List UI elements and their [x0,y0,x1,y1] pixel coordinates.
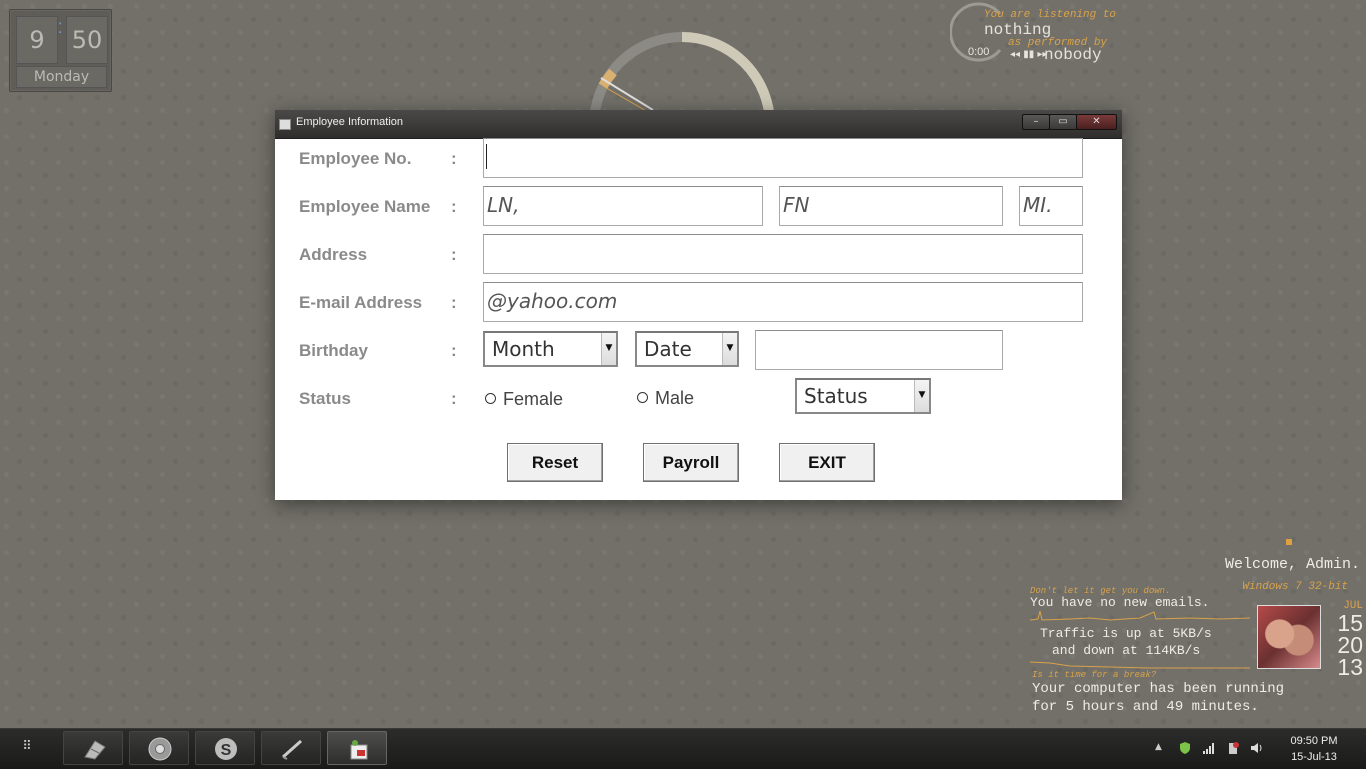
month-select[interactable]: Month ▼ [483,331,618,367]
pen-icon [282,739,302,760]
email-input[interactable]: @yahoo.com [483,282,1083,322]
status-select[interactable]: Status ▼ [795,378,931,414]
exit-button[interactable]: EXIT [779,443,875,482]
taskbar-app-employee-information[interactable] [327,731,387,765]
taskbar-date: 15-Jul-13 [1291,751,1337,763]
employee-no-input[interactable] [483,138,1083,178]
chevron-down-icon[interactable]: ▼ [722,333,737,365]
skype-icon: S [215,738,237,760]
traffic-line-2: and down at 114KB/s [1052,643,1201,658]
uptime-line-1: Your computer has been running [1032,681,1285,697]
close-button[interactable]: ✕ [1076,114,1117,130]
date-select-value: Date [644,337,692,361]
date-day: 15 [1337,610,1363,636]
volume-icon[interactable] [1250,741,1264,755]
employee-app-icon [350,740,368,760]
male-radio-label[interactable]: Male [655,388,694,409]
middle-initial-input[interactable]: MI. [1019,186,1083,226]
start-button[interactable]: ⠿ [18,739,36,757]
payroll-button[interactable]: Payroll [643,443,739,482]
maximize-button[interactable]: ▭ [1049,114,1077,130]
female-radio[interactable] [485,393,496,404]
text-caret [486,144,487,169]
chrome-icon [148,737,172,761]
date-year-1: 20 [1337,632,1363,658]
chevron-down-icon[interactable]: ▼ [601,333,616,365]
network-graph-icon [1030,610,1250,621]
status-select-value: Status [804,384,868,408]
minimize-button[interactable]: – [1022,114,1050,130]
clock-minute: 50 [66,16,108,64]
date-select[interactable]: Date ▼ [635,331,739,367]
employee-no-label: Employee No. [299,149,412,168]
security-shield-icon[interactable] [1178,741,1192,755]
last-name-input[interactable]: LN, [483,186,763,226]
taskbar-app-calculator[interactable] [63,731,123,765]
svg-text:S: S [221,742,232,759]
reset-button[interactable]: Reset [507,443,603,482]
music-artist: nobody [1044,46,1102,64]
colon: : [451,341,457,360]
clock-day: Monday [16,66,107,88]
taskbar-app-chrome[interactable] [129,731,189,765]
break-text: Is it time for a break? [1032,670,1157,680]
date-year-2: 13 [1337,654,1363,680]
colon: : [451,245,457,264]
year-input[interactable] [755,330,1003,370]
music-controls-icon[interactable]: ◂◂ ▮▮ ▸▸ [1010,49,1047,60]
taskbar-clock[interactable]: 09:50 PM 15-Jul-13 [1285,733,1343,765]
usb-device-icon[interactable] [1226,741,1240,755]
birthday-label: Birthday [299,341,368,360]
status-dot-icon [1286,539,1292,545]
show-hidden-icons-icon[interactable]: ▲ [1155,742,1162,752]
music-gadget: You are listening to nothing as performe… [948,0,1148,70]
address-label: Address [299,245,368,264]
taskbar-app-skype[interactable]: S [195,731,255,765]
colon: : [451,149,457,168]
uptime-line-2: for 5 hours and 49 minutes. [1032,699,1259,715]
avatar [1257,605,1321,669]
title-bar[interactable]: Employee Information – ▭ ✕ [275,110,1122,139]
signal-strength-icon[interactable] [1202,741,1216,755]
clock-hour: 9 [16,16,58,64]
window-title: Employee Information [296,116,403,128]
first-name-input[interactable]: FN [779,186,1003,226]
colon: : [451,197,457,216]
taskbar-app-pen[interactable] [261,731,321,765]
colon: : [451,389,457,408]
address-input[interactable] [483,234,1083,274]
music-time: 0:00 [968,46,990,58]
chevron-down-icon[interactable]: ▼ [914,380,929,412]
email-label: E-mail Address [299,293,423,312]
colon: : [451,293,457,312]
female-radio-label[interactable]: Female [503,389,563,410]
taskbar-time: 09:50 PM [1290,735,1338,747]
welcome-text: Welcome, Admin. [1224,556,1360,573]
clock-separator-icon: ⁚ [58,21,63,37]
month-select-value: Month [492,337,555,361]
employee-name-label: Employee Name [299,197,431,216]
app-icon [279,119,291,130]
traffic-line-1: Traffic is up at 5KB/s [1040,626,1212,641]
employee-information-window: Employee Information – ▭ ✕ Employee No. … [275,110,1122,500]
clock-gadget: 9 ⁚ 50 Monday [9,9,112,92]
music-caption: You are listening to [984,9,1117,21]
male-radio[interactable] [637,392,648,403]
date-gadget: JUL 15 20 13 [1327,600,1363,680]
calculator-icon [84,740,106,760]
taskbar: ⠿ S ▲ 09:50 PM 15-Jul-13 [0,728,1366,769]
status-label: Status [299,389,351,408]
